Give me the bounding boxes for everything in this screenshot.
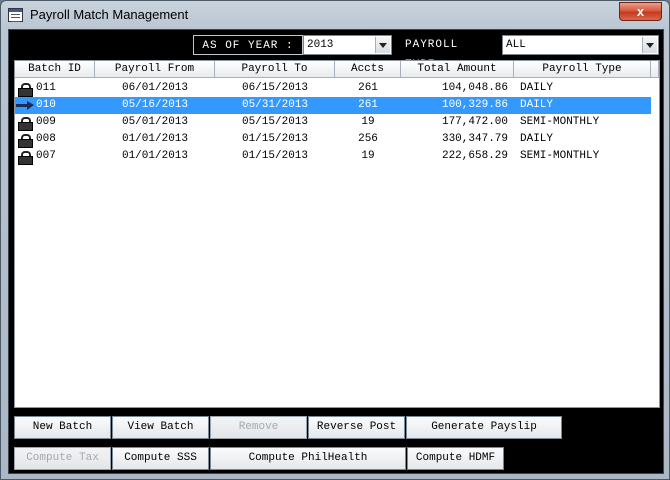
cell-payroll-from: 05/16/2013 [121,99,188,111]
year-select[interactable]: 2013 [303,35,392,55]
cell-payroll-to: 05/15/2013 [241,116,308,128]
cell-payroll-from: 06/01/2013 [121,82,188,94]
cell-accts: 261 [358,99,378,111]
compute-philhealth-button[interactable]: Compute PhilHealth [210,447,406,470]
cell-batch-id: 008 [15,131,95,148]
close-button[interactable]: x [619,2,662,21]
cell-accts: 256 [358,133,378,145]
new-batch-button[interactable]: New Batch [14,416,111,439]
compute-tax-button[interactable]: Compute Tax [14,447,111,470]
remove-button[interactable]: Remove [210,416,307,439]
cell-total-amount: 330,347.79 [441,133,508,145]
column-header-batch-id[interactable]: Batch ID [15,61,95,78]
cell-batch-id: 011 [15,80,95,97]
column-header-total-amount[interactable]: Total Amount [401,61,514,78]
table-row[interactable]: 009 05/01/2013 05/15/2013 19 177,472.00 … [15,114,651,131]
cell-accts: 19 [361,150,375,162]
cell-batch-id: 009 [15,114,95,131]
cell-payroll-to: 05/31/2013 [241,99,308,111]
compute-hdmf-button[interactable]: Compute HDMF [407,447,504,470]
app-window-icon [8,8,23,22]
cell-payroll-type: DAILY [520,99,554,111]
column-header-payroll-type[interactable]: Payroll Type [514,61,651,78]
client-area: AS OF YEAR : 2013 PAYROLL TYPE ALL Batch… [8,29,664,474]
lock-icon [18,134,33,148]
view-batch-button[interactable]: View Batch [112,416,209,439]
reverse-post-button[interactable]: Reverse Post [308,416,405,439]
row-pointer-icon [16,101,34,110]
payroll-type-dropdown-arrow-icon[interactable] [642,37,657,53]
cell-total-amount: 100,329.86 [441,99,508,111]
payroll-type-label: PAYROLL TYPE [405,39,459,71]
cell-payroll-to: 01/15/2013 [241,150,308,162]
cell-batch-id: 010 [15,97,95,114]
payroll-match-window: Payroll Match Management x AS OF YEAR : … [0,0,670,480]
cell-payroll-to: 01/15/2013 [241,133,308,145]
window-title: Payroll Match Management [30,7,189,22]
year-select-value: 2013 [307,39,334,51]
column-header-payroll-from[interactable]: Payroll From [95,61,215,78]
cell-total-amount: 222,658.29 [441,150,508,162]
table-row[interactable]: 008 01/01/2013 01/15/2013 256 330,347.79… [15,131,651,148]
cell-payroll-type: SEMI-MONTHLY [520,116,600,128]
title-bar[interactable]: Payroll Match Management x [1,1,669,29]
column-header-accts[interactable]: Accts [335,61,401,78]
lock-icon [18,117,33,131]
generate-payslip-button[interactable]: Generate Payslip [406,416,562,439]
cell-payroll-from: 01/01/2013 [121,133,188,145]
lock-icon [18,83,33,97]
table-row[interactable]: 007 01/01/2013 01/15/2013 19 222,658.29 … [15,148,651,165]
compute-sss-button[interactable]: Compute SSS [112,447,209,470]
cell-accts: 261 [358,82,378,94]
cell-payroll-type: DAILY [520,133,554,145]
cell-payroll-type: DAILY [520,82,554,94]
year-dropdown-arrow-icon[interactable] [375,37,390,53]
cell-payroll-from: 01/01/2013 [121,150,188,162]
column-header-filler [651,61,659,78]
payroll-type-select-value: ALL [506,39,526,51]
cell-accts: 19 [361,116,375,128]
lock-icon [18,151,33,165]
table-row[interactable]: 011 06/01/2013 06/15/2013 261 104,048.86… [15,80,651,97]
payroll-type-select[interactable]: ALL [502,35,659,55]
cell-batch-id: 007 [15,148,95,165]
batch-grid[interactable]: Batch ID Payroll From Payroll To Accts T… [14,60,660,408]
cell-payroll-to: 06/15/2013 [241,82,308,94]
as-of-year-label: AS OF YEAR : [193,35,303,55]
cell-payroll-from: 05/01/2013 [121,116,188,128]
grid-header: Batch ID Payroll From Payroll To Accts T… [15,61,659,78]
column-header-payroll-to[interactable]: Payroll To [215,61,335,78]
table-row-selected[interactable]: 010 05/16/2013 05/31/2013 261 100,329.86… [15,97,651,114]
cell-payroll-type: SEMI-MONTHLY [520,150,600,162]
cell-total-amount: 104,048.86 [441,82,508,94]
cell-total-amount: 177,472.00 [441,116,508,128]
